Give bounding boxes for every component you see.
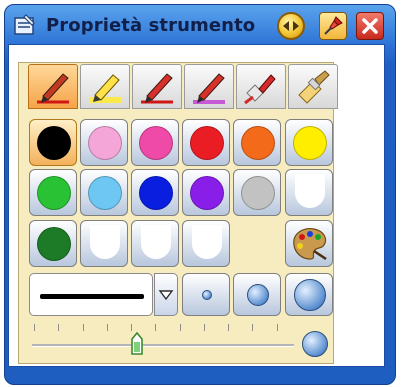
size-dot [247,284,269,306]
title-bar: Proprietà strumento [4,4,396,48]
pen-icon [141,73,173,104]
slider-track[interactable] [32,344,294,347]
color-picker-button[interactable] [285,220,333,267]
color-dot [241,176,275,210]
empty-swatch [141,225,171,259]
color-dot [37,176,71,210]
color-dot [37,126,71,160]
transparency-slider [28,318,332,360]
color-swatch-yellow[interactable] [285,119,333,166]
tab-brush[interactable] [236,64,286,109]
color-swatch-blue[interactable] [131,169,179,216]
tool-properties-icon [14,14,35,35]
color-swatch-empty[interactable] [285,169,333,216]
tab-wide-brush[interactable] [288,64,338,109]
color-dot [190,176,224,210]
dropdown-arrow-icon [158,290,174,301]
size-dot [294,279,326,311]
pin-icon[interactable] [319,12,347,40]
color-swatch-dark-green[interactable] [29,220,77,267]
palette-icon [293,228,327,261]
color-swatch-empty[interactable] [131,220,179,267]
tab-pen-2[interactable] [132,64,182,109]
slider-thumb[interactable] [130,332,144,356]
color-dot [37,227,71,261]
slider-end-indicator [302,331,328,357]
color-dot [88,176,122,210]
line-style-preview[interactable] [29,273,153,316]
color-swatch-gray[interactable] [233,169,281,216]
empty-swatch [90,225,120,259]
brush-icon [244,74,276,105]
color-dot [190,126,224,160]
navigate-arrows-icon[interactable] [277,12,305,40]
tab-highlighter[interactable] [80,64,130,109]
pen-icon [193,73,225,104]
color-swatch-empty[interactable] [182,220,230,267]
color-swatch-light-blue[interactable] [80,169,128,216]
wide-brush-icon [298,70,330,104]
window-title: Proprietà strumento [46,15,256,36]
color-swatch-orange[interactable] [233,119,281,166]
color-dot [293,126,327,160]
tab-pen[interactable] [28,64,78,109]
line-style-dropdown[interactable] [154,273,178,316]
color-swatch-black[interactable] [29,119,77,166]
slider-ticks [34,324,290,332]
color-swatch-purple[interactable] [182,169,230,216]
empty-swatch [192,225,222,259]
color-swatch-green[interactable] [29,169,77,216]
size-large-button[interactable] [285,273,333,316]
empty-swatch [295,174,325,208]
pen-icon [37,73,69,104]
close-icon[interactable] [356,12,384,40]
color-dot [88,126,122,160]
color-swatch-empty[interactable] [80,220,128,267]
size-small-button[interactable] [182,273,230,316]
color-dot [139,126,173,160]
color-swatch-red[interactable] [182,119,230,166]
color-dot [139,176,173,210]
highlighter-icon [89,74,121,103]
color-swatch-pink[interactable] [131,119,179,166]
color-swatch-light-pink[interactable] [80,119,128,166]
size-dot [202,290,212,300]
color-dot [241,126,275,160]
size-medium-button[interactable] [233,273,281,316]
tab-pen-3[interactable] [184,64,234,109]
solid-line [40,294,144,299]
